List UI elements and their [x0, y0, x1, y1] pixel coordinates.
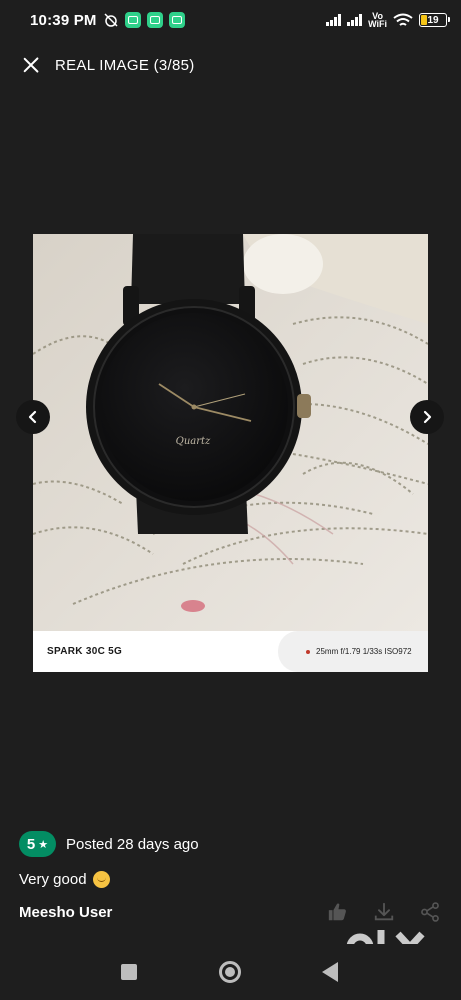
review-text-row: Very good	[19, 871, 449, 888]
close-icon[interactable]	[20, 54, 42, 76]
status-right: Vo WiFi 19	[326, 12, 450, 29]
cell-signal-icon-2	[347, 14, 363, 26]
status-left: 10:39 PM	[30, 12, 185, 29]
star-icon: ★	[38, 838, 49, 851]
watch-photo: Quartz	[33, 234, 428, 631]
status-time: 10:39 PM	[30, 11, 97, 29]
message-app-icon-2	[146, 12, 163, 28]
alarm-off-icon	[104, 13, 118, 27]
download-icon[interactable]	[373, 901, 395, 923]
review-text: Very good	[19, 871, 87, 888]
viewer-header: REAL IMAGE (3/85)	[0, 48, 461, 82]
thumbs-up-icon[interactable]	[327, 901, 349, 923]
back-icon[interactable]	[322, 962, 338, 982]
user-row: Meesho User	[19, 901, 449, 923]
system-navigation-bar	[0, 944, 461, 1000]
review-section: 5 ★ Posted 28 days ago Very good Meesho …	[19, 831, 449, 923]
rating-badge: 5 ★	[19, 831, 56, 857]
message-app-icon-3	[168, 12, 185, 28]
status-bar: 10:39 PM Vo WiFi 19	[0, 0, 461, 40]
exif-info: 25mm f/1.79 1/33s ISO972	[278, 631, 428, 672]
vowifi-indicator: Vo WiFi	[368, 12, 387, 29]
watch-brand-text: Quartz	[176, 436, 211, 447]
posted-date: Posted 28 days ago	[66, 835, 199, 853]
photo-caption: SPARK 30C 5G 25mm f/1.79 1/33s ISO972	[33, 631, 428, 672]
reviewer-name: Meesho User	[19, 903, 113, 921]
battery-icon: 19	[419, 13, 450, 27]
vowifi-bottom: WiFi	[368, 19, 387, 29]
rating-value: 5	[26, 835, 36, 853]
battery-level: 19	[427, 14, 439, 26]
smile-emoji-icon	[92, 871, 110, 888]
rating-row: 5 ★ Posted 28 days ago	[19, 831, 449, 857]
review-actions	[327, 901, 449, 923]
home-icon[interactable]	[219, 961, 241, 983]
exif-text: 25mm f/1.79 1/33s ISO972	[316, 647, 412, 656]
page-title: REAL IMAGE (3/85)	[55, 56, 195, 74]
cell-signal-icon	[326, 14, 342, 26]
previous-image-button[interactable]	[16, 400, 50, 434]
review-photo: Quartz SPARK 30C 5G 25mm f/1.79 1/33s IS…	[33, 234, 428, 672]
device-name: SPARK 30C 5G	[47, 646, 123, 657]
message-app-icon	[124, 12, 141, 28]
share-icon[interactable]	[419, 901, 441, 923]
chevron-left-icon	[28, 410, 37, 424]
exif-dot	[306, 649, 310, 654]
wifi-icon	[393, 13, 413, 26]
recent-apps-icon[interactable]	[121, 964, 137, 980]
chevron-right-icon	[423, 410, 432, 424]
next-image-button[interactable]	[410, 400, 444, 434]
